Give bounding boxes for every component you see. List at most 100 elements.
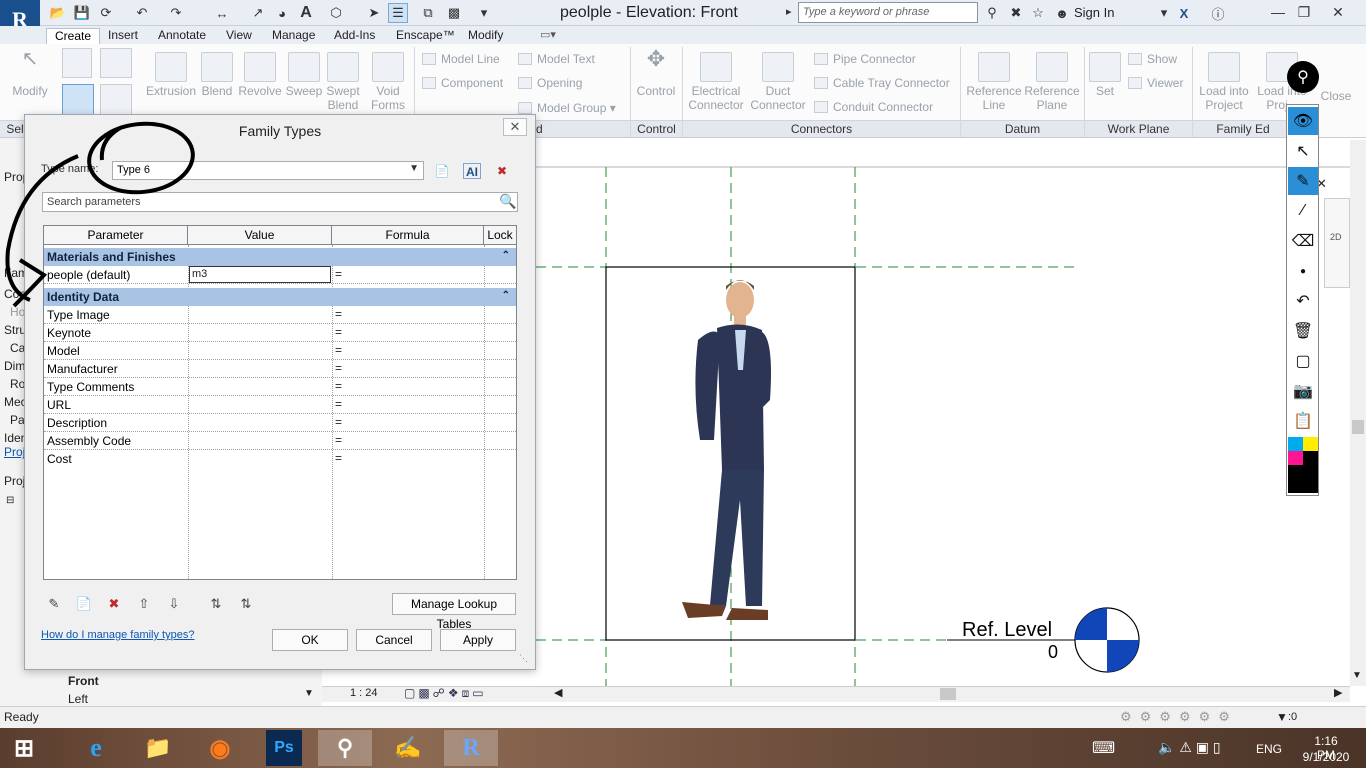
close-family-label[interactable]: Close	[1318, 89, 1354, 103]
tree-collapse-icon[interactable]: ⊟	[6, 495, 14, 506]
pipe-connector-button[interactable]: Pipe Connector	[814, 52, 916, 66]
undo-icon[interactable]: ↶	[132, 3, 152, 23]
view-control-icons[interactable]: ▢▩☍❖⧈▭	[404, 686, 487, 701]
open-icon[interactable]: 📂	[48, 3, 68, 23]
edit-parameter-icon[interactable]: ✎	[43, 595, 65, 613]
search-icon[interactable]: 🔍	[499, 193, 516, 210]
load-into-project-button[interactable]: Load into Project	[1196, 52, 1252, 112]
workplane-viewer-button[interactable]: Viewer	[1128, 76, 1183, 90]
prop-structural[interactable]: Stru	[4, 323, 26, 337]
navigation-bar[interactable]	[1324, 198, 1350, 288]
move-up-icon[interactable]: ⇧	[133, 595, 155, 613]
sort-ascending-icon[interactable]: ⇅	[205, 595, 227, 613]
camera-icon[interactable]: 📷	[1288, 377, 1318, 405]
clock-date[interactable]: 9/1/2020	[1300, 750, 1352, 764]
line-icon[interactable]: ∕	[1288, 197, 1318, 225]
table-row[interactable]: URL =	[44, 396, 516, 414]
pen-tool-logo-icon[interactable]: ⚲	[1287, 61, 1319, 93]
column-header-formula[interactable]: Formula	[332, 226, 484, 245]
tab-insert[interactable]: Insert	[100, 28, 146, 44]
delete-type-icon[interactable]: ✖	[493, 163, 511, 179]
windows-start-icon[interactable]: ⊞	[2, 730, 46, 766]
filter-icon[interactable]: ▼	[1276, 710, 1288, 724]
whiteboard-icon[interactable]: ▢	[1288, 347, 1318, 375]
eye-icon[interactable]: 👁	[1288, 107, 1318, 135]
screen-pen-taskbar-icon[interactable]: ⚲	[318, 730, 372, 766]
revit-taskbar-icon[interactable]: R	[444, 730, 498, 766]
electrical-connector-button[interactable]: Electrical Connector	[686, 52, 746, 112]
clipboard-icon[interactable]: 📋	[1288, 407, 1318, 435]
internet-explorer-icon[interactable]: e	[74, 730, 118, 766]
color-swatch-black[interactable]	[1303, 451, 1318, 465]
user-icon[interactable]: ☻	[1052, 3, 1072, 23]
vertical-scrollbar[interactable]	[1350, 140, 1366, 686]
table-row[interactable]: Keynote =	[44, 324, 516, 342]
subscription-icon[interactable]: ✖	[1006, 3, 1026, 23]
revolve-button[interactable]: Revolve	[236, 52, 284, 98]
table-row[interactable]: Type Comments =	[44, 378, 516, 396]
tree-view-front[interactable]: Front	[68, 674, 99, 688]
sign-in-link[interactable]: Sign In	[1074, 5, 1114, 20]
customize-qat-icon[interactable]: ▾	[474, 3, 494, 23]
hscroll-left-icon[interactable]: ◀	[554, 686, 562, 699]
thin-lines-icon[interactable]: ☰	[388, 3, 408, 23]
model-text-button[interactable]: Model Text	[518, 52, 595, 66]
new-parameter-icon[interactable]: 📄	[73, 595, 95, 613]
dot-size-icon[interactable]: ●	[1288, 257, 1318, 285]
new-type-icon[interactable]: 📄	[433, 163, 451, 179]
table-row[interactable]: Assembly Code =	[44, 432, 516, 450]
selection-filter-icons[interactable]: ⚙⚙⚙⚙⚙⚙	[1120, 709, 1238, 725]
family-types-icon[interactable]	[62, 48, 92, 78]
color-swatch-yellow[interactable]	[1303, 437, 1318, 451]
cancel-button[interactable]: Cancel	[356, 629, 432, 651]
switch-windows-icon[interactable]: ▩	[444, 3, 464, 23]
marker-icon[interactable]: ✎	[1288, 167, 1318, 195]
table-row[interactable]: Manufacturer =	[44, 360, 516, 378]
ok-button[interactable]: OK	[272, 629, 348, 651]
model-line-button[interactable]: Model Line	[422, 52, 500, 66]
apply-button[interactable]: Apply	[440, 629, 516, 651]
tab-manage[interactable]: Manage	[264, 28, 323, 44]
table-row[interactable]: Description =	[44, 414, 516, 432]
hscroll-thumb[interactable]	[940, 688, 956, 700]
dialog-close-button[interactable]: ✕	[503, 118, 527, 136]
help-icon[interactable]: ⓘ	[1208, 3, 1228, 23]
favorites-star-icon[interactable]: ☆	[1028, 3, 1048, 23]
language-indicator[interactable]: ENG	[1256, 742, 1282, 756]
sweep-button[interactable]: Sweep	[284, 52, 324, 98]
extrusion-button[interactable]: Extrusion	[146, 52, 196, 98]
sync-icon[interactable]: ⟳	[96, 3, 116, 23]
eraser-icon[interactable]: ⌫	[1288, 227, 1318, 255]
2d-wheel-icon[interactable]: 2D	[1330, 232, 1342, 242]
exchange-apps-icon[interactable]: X	[1174, 3, 1194, 23]
keyboard-icon[interactable]: ⌨	[1092, 738, 1115, 758]
tree-view-left[interactable]: Left	[68, 692, 88, 706]
tray-icons[interactable]: 🔈 ⚠ ▣ ▯	[1158, 739, 1221, 756]
tab-modify[interactable]: Modify	[460, 28, 511, 44]
binoculars-icon[interactable]: ⚲	[982, 3, 1002, 23]
swept-blend-button[interactable]: Swept Blend	[322, 52, 364, 112]
void-forms-button[interactable]: Void Forms	[366, 52, 410, 112]
color-swatch-magenta[interactable]	[1288, 451, 1303, 465]
sort-descending-icon[interactable]: ⇅	[235, 595, 257, 613]
measure-icon[interactable]: ↔	[212, 3, 232, 23]
set-workplane-button[interactable]: Set	[1088, 52, 1122, 98]
component-button[interactable]: Component	[422, 76, 503, 90]
conduit-connector-button[interactable]: Conduit Connector	[814, 100, 933, 114]
cable-tray-connector-button[interactable]: Cable Tray Connector	[814, 76, 950, 90]
model-group-button[interactable]: Model Group ▾	[518, 101, 616, 115]
vscroll-down-icon[interactable]: ▼	[1352, 670, 1362, 681]
sign-in-dropdown-icon[interactable]: ▾	[1154, 3, 1174, 23]
help-link[interactable]: How do I manage family types?	[41, 629, 194, 641]
selected-color-black[interactable]	[1288, 465, 1318, 493]
move-down-icon[interactable]: ⇩	[163, 595, 185, 613]
annotate-app-icon[interactable]: ✍	[386, 730, 430, 766]
rename-type-icon[interactable]: AI	[463, 163, 481, 179]
save-icon[interactable]: 💾	[72, 3, 92, 23]
tab-annotate[interactable]: Annotate	[150, 28, 214, 44]
collapse-icon[interactable]: ⌃	[502, 290, 510, 301]
tab-enscape[interactable]: Enscape™	[388, 28, 463, 44]
table-row[interactable]: Model =	[44, 342, 516, 360]
expand-search-icon[interactable]: ▸	[786, 5, 792, 18]
section-icon[interactable]: ➤	[364, 3, 384, 23]
